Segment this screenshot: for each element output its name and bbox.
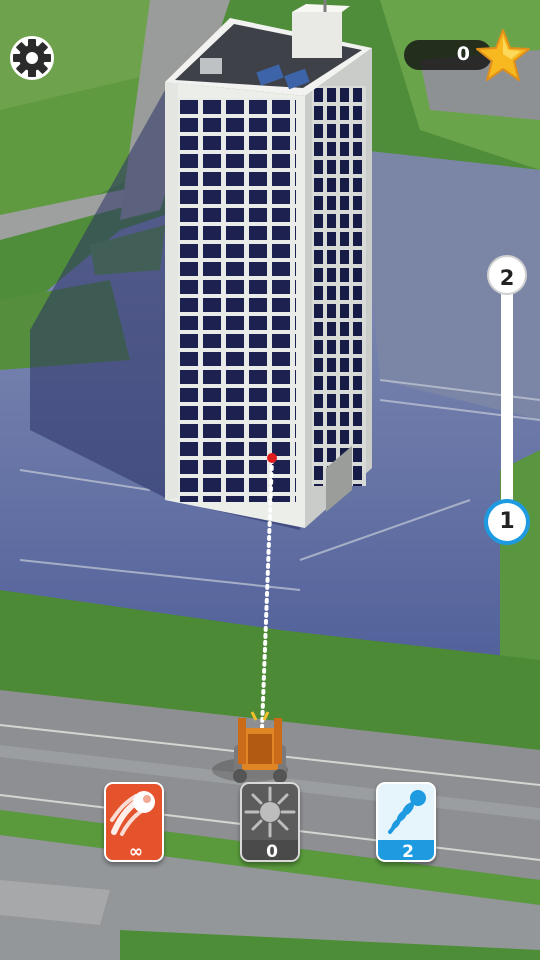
bomb-count: 0 — [242, 840, 298, 860]
explosion-icon — [242, 784, 298, 840]
roof-tower — [292, 12, 342, 58]
gear-icon — [10, 36, 54, 80]
drill-powerup-button[interactable]: 2 — [376, 782, 436, 862]
level-progress: 2 1 — [484, 254, 534, 550]
drill-count: 2 — [378, 840, 434, 860]
score-value: 0 — [456, 43, 470, 65]
fireball-icon — [106, 784, 162, 840]
fireball-powerup-button[interactable]: ∞ — [104, 782, 164, 862]
star-icon — [474, 27, 532, 85]
bomb-powerup-button[interactable]: 0 — [240, 782, 300, 862]
skyscraper[interactable] — [165, 0, 372, 528]
next-level-label: 2 — [499, 266, 515, 290]
roof-unit — [200, 58, 222, 74]
settings-button[interactable] — [8, 34, 56, 82]
current-level-label: 1 — [499, 509, 515, 534]
drill-icon — [378, 784, 434, 840]
aim-target-dot — [267, 453, 277, 463]
fireball-count: ∞ — [106, 840, 162, 860]
